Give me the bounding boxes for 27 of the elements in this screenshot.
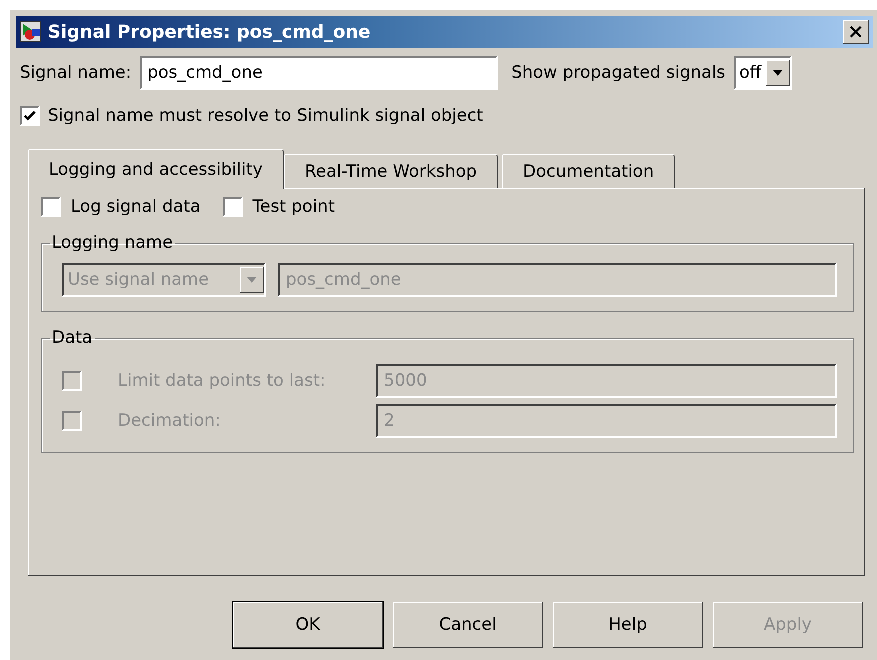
checkbox-label: Signal name must resolve to Simulink signal object [48, 106, 484, 126]
window-title: Signal Properties: pos_cmd_one [48, 22, 372, 42]
close-icon [850, 26, 862, 38]
dropdown-arrow-icon [247, 277, 257, 283]
dropdown-arrow-icon [772, 70, 783, 76]
dialog-button[interactable]: Help [553, 602, 703, 648]
checkbox-label: Test point [252, 197, 335, 217]
close-button[interactable] [843, 20, 869, 44]
dialog-button[interactable]: OK [233, 602, 383, 648]
tab[interactable]: Documentation [502, 154, 676, 188]
checkbox[interactable] [222, 197, 243, 217]
tab[interactable]: Logging and accessibility [28, 149, 284, 189]
tab[interactable]: Real-Time Workshop [284, 154, 498, 188]
dialog-button[interactable]: Cancel [393, 602, 543, 648]
field-label: Show propagated signals [512, 63, 726, 83]
checkmark-icon [23, 109, 37, 123]
checkbox[interactable] [20, 106, 40, 126]
propagated-dropdown[interactable]: off [734, 56, 792, 90]
field-label: Limit data points to last: [118, 371, 327, 391]
signal-name-field[interactable]: pos_cmd_one [140, 56, 498, 90]
checkbox[interactable] [41, 197, 61, 217]
checkbox-label: Log signal data [71, 197, 201, 217]
group-title: Logging name [51, 233, 174, 253]
field-label: Decimation: [118, 411, 222, 431]
app-icon [20, 21, 42, 43]
group-title: Data [51, 328, 94, 348]
field-label: Signal name: [20, 63, 132, 83]
